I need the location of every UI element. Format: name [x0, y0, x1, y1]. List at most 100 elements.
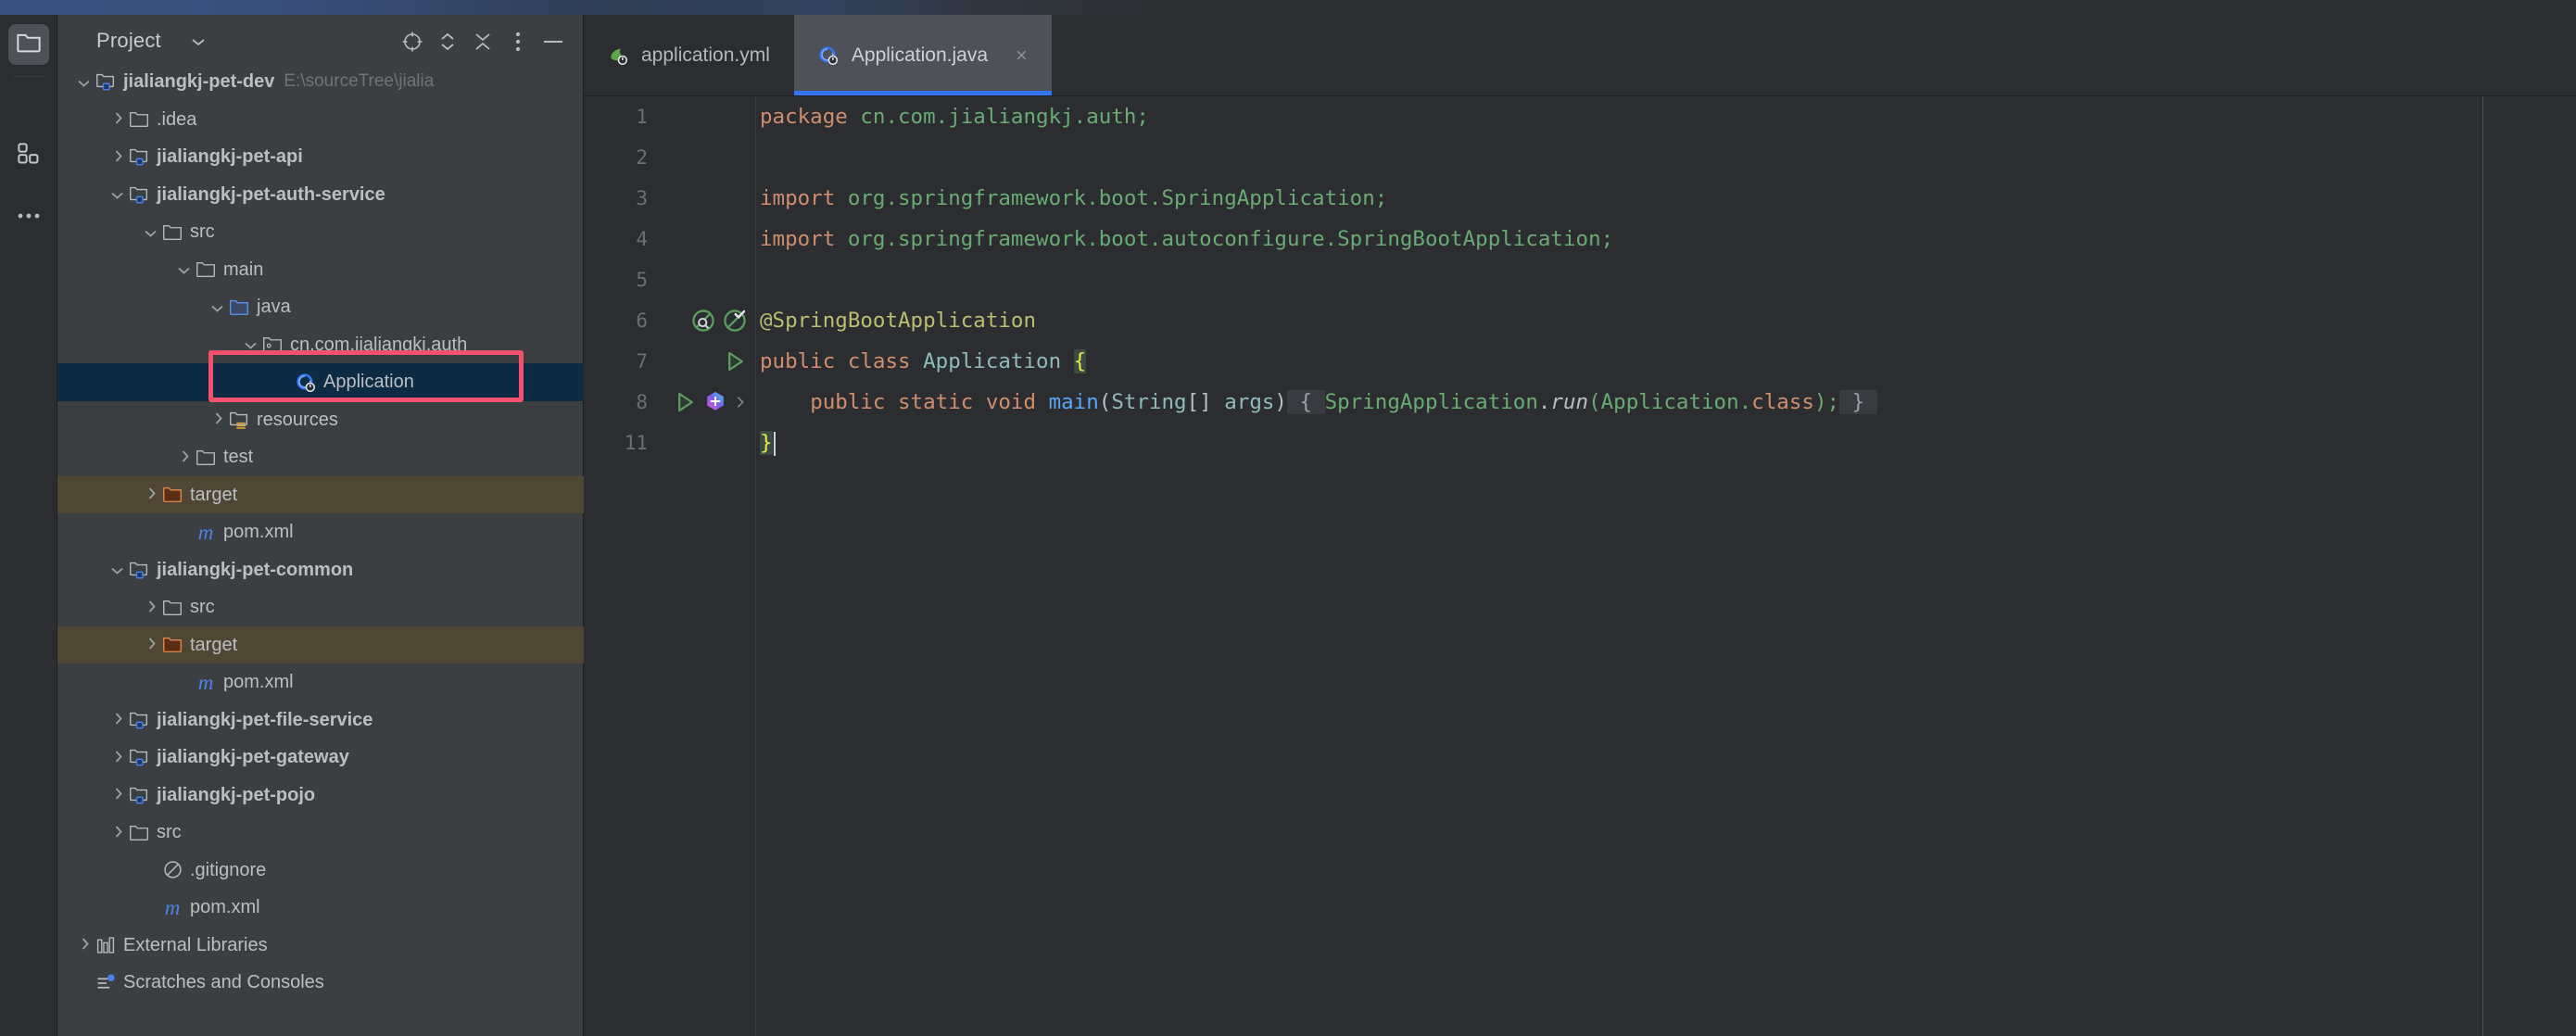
tree-item-resources[interactable]: resources [57, 401, 584, 439]
array-brackets: [] [1186, 390, 1225, 414]
code-line-7: public class Application { [756, 341, 2576, 382]
tree-item--gitignore[interactable]: .gitignore [57, 852, 584, 890]
chevron-down-icon[interactable] [190, 35, 207, 52]
line-number: 2 [636, 146, 648, 169]
tree-item-label: jialiangkj-pet-pojo [157, 784, 316, 805]
tree-item-jialiangkj-pet-file-service[interactable]: jialiangkj-pet-file-service [57, 701, 584, 739]
chevron-down-icon[interactable] [241, 335, 259, 354]
spring-class-icon [818, 45, 839, 65]
activity-item-more[interactable] [8, 196, 49, 237]
ai-assistant-icon[interactable] [703, 390, 727, 414]
folder-icon [16, 32, 42, 58]
chevron-right-icon[interactable] [733, 393, 748, 411]
tree-item-scratches-and-consoles[interactable]: Scratches and Consoles [57, 964, 584, 1002]
run-icon[interactable] [724, 349, 748, 373]
chevron-right-icon[interactable] [107, 786, 126, 804]
tree-item-target[interactable]: target [57, 625, 584, 663]
chevron-right-icon[interactable] [141, 598, 159, 616]
gutter-line-7[interactable]: 7 [584, 341, 755, 382]
chevron-right-icon[interactable] [107, 110, 126, 129]
editor-tab-application-java[interactable]: Application.java × [793, 15, 1052, 95]
bean-check-icon[interactable] [722, 308, 748, 334]
chevron-down-icon[interactable] [141, 222, 159, 241]
chevron-up-down-icon[interactable] [430, 26, 465, 57]
more-vertical-icon[interactable] [500, 26, 536, 57]
run-icon[interactable] [674, 390, 698, 414]
activity-item-project[interactable] [8, 24, 49, 65]
tree-item-java[interactable]: java [57, 288, 584, 326]
folder-icon [159, 221, 185, 242]
gutter-line-2[interactable]: 2 [584, 137, 755, 178]
folder-icon [159, 597, 185, 617]
tree-item-label: Application [323, 372, 414, 393]
chevron-right-icon[interactable] [107, 147, 126, 166]
text-caret [773, 431, 776, 456]
editor-gutter[interactable]: 1 2 3 4 5 6 7 8 11 [584, 96, 756, 1036]
chevron-right-icon[interactable] [208, 411, 226, 429]
tree-item-test[interactable]: test [57, 438, 584, 476]
tree-item-label: jialiangkj-pet-auth-service [157, 183, 385, 205]
bean-search-icon[interactable] [690, 308, 716, 334]
project-tree[interactable]: jialiangkj-pet-dev E:\sourceTree\jialia .i… [57, 63, 584, 1036]
gutter-line-5[interactable]: 5 [584, 259, 755, 300]
chevron-down-icon[interactable] [174, 260, 193, 279]
editor-tab-application-yml[interactable]: application.yml [584, 15, 794, 95]
tree-item-target[interactable]: target [57, 475, 584, 513]
chevron-down-icon[interactable] [107, 561, 126, 579]
tree-item-external-libraries[interactable]: External Libraries [57, 927, 584, 965]
tree-item-pom-xml[interactable]: m pom.xml [57, 513, 584, 551]
folded-body-close[interactable]: } [1839, 390, 1877, 414]
tree-item-pom-xml[interactable]: m pom.xml [57, 663, 584, 701]
tree-item-label: main [223, 259, 264, 280]
tree-item-jialiangkj-pet-pojo[interactable]: jialiangkj-pet-pojo [57, 777, 584, 815]
tree-item-jialiangkj-pet-gateway[interactable]: jialiangkj-pet-gateway [57, 739, 584, 777]
minimize-icon[interactable] [536, 26, 571, 57]
folded-springapplication: SpringApplication [1324, 390, 1538, 414]
tree-item-jialiangkj-pet-common[interactable]: jialiangkj-pet-common [57, 551, 584, 589]
chevron-down-icon[interactable] [74, 72, 93, 91]
gutter-line-8[interactable]: 8 [584, 382, 755, 423]
gutter-line-3[interactable]: 3 [584, 178, 755, 219]
tree-item-pom-xml[interactable]: m pom.xml [57, 889, 584, 927]
folded-body-open[interactable]: { [1286, 390, 1325, 414]
code-lines[interactable]: package cn.com.jialiangkj.auth; import o… [756, 96, 2576, 1036]
gutter-line-6[interactable]: 6 [584, 300, 755, 341]
tree-item-cn-com-jialiangkj-auth[interactable]: cn.com.jialiangkj.auth [57, 326, 584, 364]
chevron-right-icon[interactable] [107, 823, 126, 841]
chevron-right-icon[interactable] [141, 486, 159, 504]
chevron-right-icon[interactable] [141, 636, 159, 654]
tool-window-header: Project [57, 15, 584, 65]
tree-item-jialiangkj-pet-api[interactable]: jialiangkj-pet-api [57, 138, 584, 176]
code-line-11: } [756, 423, 2576, 463]
chevron-right-icon[interactable] [107, 711, 126, 729]
chevron-right-icon[interactable] [174, 448, 193, 466]
tree-item-label: test [223, 447, 254, 468]
tool-window-toolbar [395, 26, 571, 57]
gutter-line-11[interactable]: 11 [584, 423, 755, 463]
crosshair-target-icon[interactable] [395, 26, 430, 57]
tree-item-jialiangkj-pet-auth-service[interactable]: jialiangkj-pet-auth-service [57, 176, 584, 214]
tree-item--idea[interactable]: .idea [57, 101, 584, 139]
scratches-icon [93, 972, 119, 992]
close-icon[interactable]: × [1016, 44, 1028, 66]
dot: . [1537, 390, 1551, 414]
chevron-down-icon[interactable] [107, 185, 126, 204]
chevron-right-icon[interactable] [107, 748, 126, 766]
collapse-all-icon[interactable] [465, 26, 500, 57]
tree-item-src[interactable]: src [57, 588, 584, 626]
tree-item-application[interactable]: Application [57, 363, 584, 401]
gutter-line-1[interactable]: 1 [584, 96, 755, 137]
tree-item-src[interactable]: src [57, 814, 584, 852]
tree-item-main[interactable]: main [57, 251, 584, 289]
gutter-line-4[interactable]: 4 [584, 219, 755, 259]
chevron-down-icon[interactable] [208, 297, 226, 316]
activity-item-structure[interactable] [8, 135, 49, 176]
line-number: 1 [636, 106, 648, 128]
tree-item-src[interactable]: src [57, 213, 584, 251]
keyword-package: package [760, 105, 848, 129]
chevron-right-icon[interactable] [74, 936, 93, 954]
paren-close: ) [1274, 390, 1287, 414]
tree-item-jialiangkj-pet-dev[interactable]: jialiangkj-pet-dev E:\sourceTree\jialia [57, 63, 584, 101]
more-horizontal-icon [17, 208, 41, 225]
